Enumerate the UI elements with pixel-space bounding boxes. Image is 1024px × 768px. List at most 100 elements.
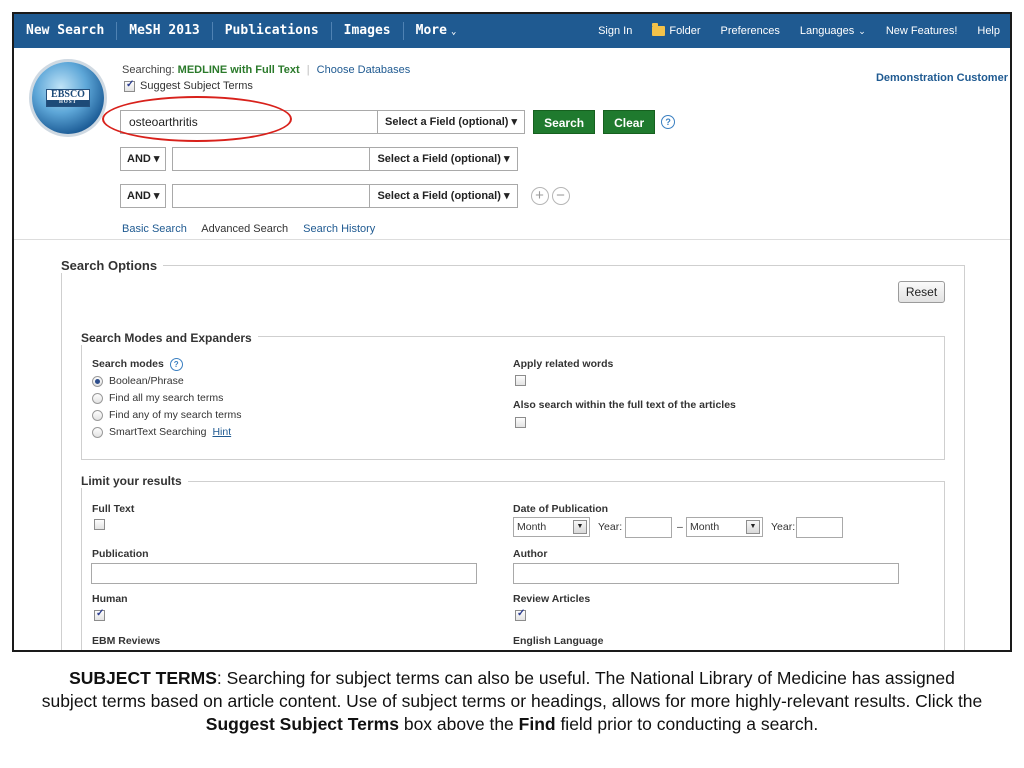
field-select-2-label: Select a Field (optional)	[377, 153, 501, 165]
field-select-3[interactable]: Select a Field (optional) ▾	[370, 184, 518, 208]
full-text-label: Full Text	[92, 503, 135, 515]
nav-publications[interactable]: Publications	[213, 22, 332, 40]
caption-lead: SUBJECT TERMS	[69, 668, 217, 688]
caption-text-2: box above the	[398, 714, 519, 734]
search-term-input-3[interactable]	[172, 184, 371, 208]
chevron-down-icon: ▾	[511, 116, 518, 128]
search-row-1: osteoarthritis Select a Field (optional)…	[120, 110, 676, 134]
preferences-link[interactable]: Preferences	[711, 25, 790, 37]
help-icon[interactable]: ?	[169, 358, 183, 371]
suggest-subject-terms-checkbox[interactable]	[124, 79, 135, 92]
radio-find-any[interactable]	[92, 409, 103, 421]
nav-images[interactable]: Images	[332, 22, 404, 40]
folder-link[interactable]: Folder	[642, 23, 710, 37]
caption-bold-find: Find	[518, 714, 556, 734]
chevron-down-icon: ▾	[153, 190, 160, 202]
new-features-link[interactable]: New Features!	[876, 25, 968, 37]
search-modes-label-text: Search modes	[92, 358, 164, 370]
folder-label: Folder	[669, 25, 701, 37]
caption-bold-suggest: Suggest Subject Terms	[205, 714, 399, 734]
basic-search-link[interactable]: Basic Search	[122, 223, 187, 235]
mode-find-any[interactable]: Find any of my search terms	[92, 409, 241, 421]
sign-in-link[interactable]: Sign In	[588, 25, 642, 37]
search-row-2: AND ▾ Select a Field (optional) ▾	[120, 147, 518, 171]
review-articles-label: Review Articles	[513, 593, 591, 605]
search-options-panel: Search Options Reset Search Modes and Ex…	[14, 241, 1010, 652]
english-language-checkbox[interactable]	[515, 650, 526, 652]
chevron-down-icon: ▼	[573, 520, 587, 534]
boolean-operator-select-2[interactable]: AND ▾	[120, 147, 167, 171]
search-options-title: Search Options	[61, 258, 164, 273]
start-year-input[interactable]	[625, 517, 672, 538]
top-navigation-bar: New Search MeSH 2013 Publications Images…	[14, 14, 1010, 48]
radio-smarttext[interactable]	[92, 426, 103, 438]
slide-caption: SUBJECT TERMS: Searching for subject ter…	[40, 667, 984, 736]
radio-boolean-phrase[interactable]	[92, 375, 103, 387]
reset-button[interactable]: Reset	[898, 281, 945, 303]
start-year-label: Year:	[598, 521, 623, 533]
search-term-input-2[interactable]	[172, 147, 371, 171]
logo-plate: EBSCO HOST	[46, 89, 90, 107]
nav-new-search[interactable]: New Search	[14, 22, 118, 40]
choose-databases-link[interactable]: Choose Databases	[317, 64, 411, 76]
search-term-input-1[interactable]: osteoarthritis	[120, 110, 378, 134]
start-month-select[interactable]: Month ▼	[513, 517, 590, 537]
searching-database-line: Searching: MEDLINE with Full Text | Choo…	[122, 64, 410, 76]
caption-text-3: field prior to conducting a search.	[555, 714, 819, 734]
search-history-link[interactable]: Search History	[303, 223, 375, 235]
languages-label: Languages	[799, 25, 855, 37]
start-month-value: Month	[517, 521, 547, 533]
suggest-subject-terms-row[interactable]: Suggest Subject Terms	[124, 79, 253, 92]
remove-row-icon[interactable]: −	[551, 187, 570, 205]
field-select-1[interactable]: Select a Field (optional) ▾	[378, 110, 526, 134]
search-panel: EBSCO HOST Searching: MEDLINE with Full …	[14, 48, 1010, 240]
chevron-down-icon: ▾	[503, 190, 510, 202]
radio-find-all[interactable]	[92, 392, 103, 404]
add-row-icon[interactable]: +	[530, 187, 549, 205]
advanced-search-link[interactable]: Advanced Search	[201, 223, 288, 235]
boolean-operator-select-3[interactable]: AND ▾	[120, 184, 167, 208]
mode-find-all[interactable]: Find all my search terms	[92, 392, 223, 404]
chevron-down-icon: ▾	[153, 153, 160, 165]
date-of-publication-label: Date of Publication	[513, 503, 609, 515]
date-dash: –	[677, 521, 683, 533]
folder-icon	[652, 23, 666, 36]
ebm-reviews-checkbox[interactable]	[94, 650, 105, 652]
logo-text-bottom: HOST	[47, 100, 89, 106]
hint-link[interactable]: Hint	[212, 426, 231, 438]
author-label: Author	[513, 548, 548, 560]
chevron-down-icon: ▾	[503, 153, 510, 165]
mode-smarttext[interactable]: SmartText Searching Hint	[92, 426, 231, 438]
account-name[interactable]: Demonstration Customer	[876, 72, 1008, 84]
boolean-operator-label-2: AND	[127, 153, 151, 165]
review-articles-checkbox[interactable]	[515, 608, 526, 621]
help-link[interactable]: Help	[967, 25, 1010, 37]
search-mode-links: Basic Search Advanced Search Search Hist…	[122, 223, 387, 235]
publication-input[interactable]	[91, 563, 477, 584]
boolean-operator-label-3: AND	[127, 190, 151, 202]
chevron-down-icon: ▼	[746, 520, 760, 534]
also-search-fulltext-checkbox[interactable]	[515, 417, 526, 428]
help-icon[interactable]: ?	[661, 115, 676, 129]
human-label: Human	[92, 593, 128, 605]
field-select-2[interactable]: Select a Field (optional) ▾	[370, 147, 518, 171]
clear-button[interactable]: Clear	[603, 110, 656, 134]
human-checkbox[interactable]	[94, 608, 105, 621]
mode-boolean-phrase[interactable]: Boolean/Phrase	[92, 375, 184, 387]
ebsco-host-logo[interactable]: EBSCO HOST	[32, 62, 104, 134]
languages-menu[interactable]: Languages ⌄	[790, 25, 876, 37]
also-search-fulltext-label: Also search within the full text of the …	[513, 399, 736, 411]
search-row-3: AND ▾ Select a Field (optional) ▾ + −	[120, 184, 570, 208]
end-month-select[interactable]: Month ▼	[686, 517, 763, 537]
nav-mesh-2013[interactable]: MeSH 2013	[117, 22, 213, 40]
ebm-reviews-label: EBM Reviews	[92, 635, 161, 647]
search-button[interactable]: Search	[533, 110, 596, 134]
apply-related-words-checkbox[interactable]	[515, 375, 526, 386]
searching-label: Searching:	[122, 64, 175, 76]
nav-more[interactable]: More ⌄	[404, 22, 469, 40]
field-select-3-label: Select a Field (optional)	[377, 190, 501, 202]
full-text-checkbox[interactable]	[94, 519, 105, 530]
screenshot-frame: New Search MeSH 2013 Publications Images…	[12, 12, 1012, 652]
author-input[interactable]	[513, 563, 899, 584]
end-year-input[interactable]	[796, 517, 843, 538]
